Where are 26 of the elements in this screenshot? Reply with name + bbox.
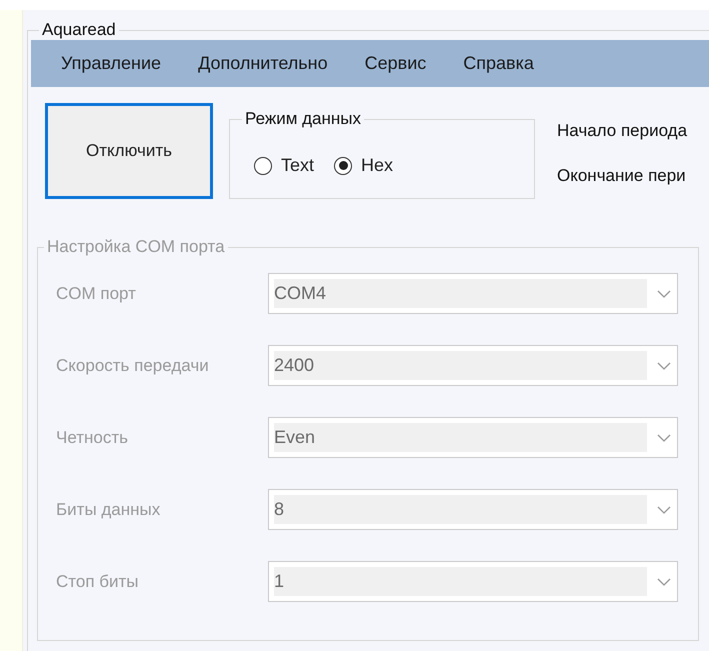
menu-item[interactable]: Справка bbox=[463, 53, 534, 74]
menu-item[interactable]: Дополнительно bbox=[198, 53, 328, 74]
field-label: Окончание пери bbox=[557, 166, 687, 186]
radio-option[interactable]: Text bbox=[254, 155, 314, 176]
field-label: Начало периода bbox=[557, 121, 688, 141]
field-label: Биты данных bbox=[56, 500, 162, 520]
radio-button[interactable] bbox=[254, 156, 272, 174]
field-label: Четность bbox=[56, 428, 129, 448]
chevron-down-icon bbox=[657, 362, 671, 370]
field-label: COM порт bbox=[56, 284, 137, 304]
radio-label: Text bbox=[281, 155, 314, 176]
chevron-down-icon bbox=[657, 434, 671, 442]
group-title: Режим данных bbox=[244, 109, 362, 129]
radio-button[interactable] bbox=[334, 156, 352, 174]
chevron-down-icon bbox=[657, 290, 671, 298]
menu-item[interactable]: Сервис bbox=[364, 53, 426, 74]
window-title: Aquaread bbox=[41, 20, 117, 40]
field-label: Скорость передачи bbox=[56, 356, 210, 376]
radio-label: Hex bbox=[361, 155, 394, 176]
disconnect-button[interactable]: Отключить bbox=[45, 103, 213, 199]
radio-option[interactable]: Hex bbox=[334, 155, 394, 176]
menu-item[interactable]: Управление bbox=[61, 53, 162, 74]
chevron-down-icon bbox=[657, 506, 671, 514]
group-title: Настройка COM порта bbox=[46, 237, 226, 257]
field-label: Стоп биты bbox=[56, 572, 140, 592]
chevron-down-icon bbox=[657, 578, 671, 586]
